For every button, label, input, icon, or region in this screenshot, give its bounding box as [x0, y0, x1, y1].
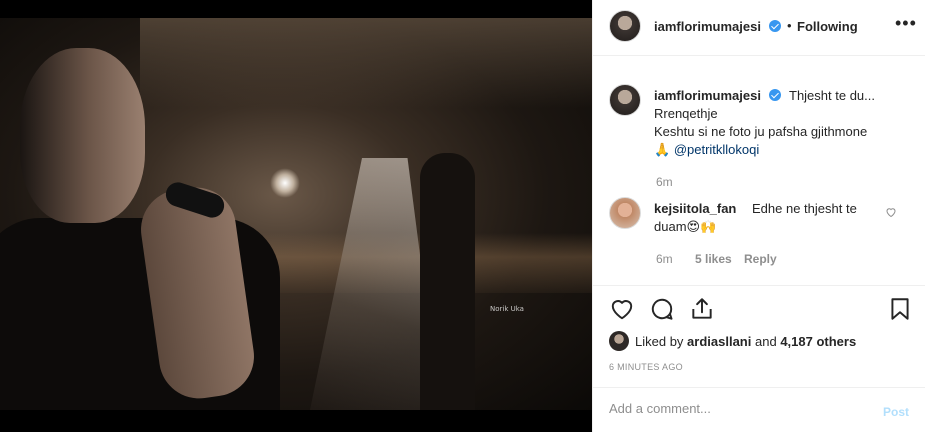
more-options-icon[interactable]: •••: [895, 13, 917, 34]
action-bar: [593, 285, 925, 333]
post-photo[interactable]: Norik Uka: [0, 0, 592, 432]
post-comment-button[interactable]: Post: [883, 405, 909, 419]
photo-watermark: Norik Uka: [490, 305, 524, 313]
caption-first-line: Thjesht te du...: [789, 88, 875, 103]
post-side-panel: iamflorimumajesi • Following ••• iamflor…: [592, 0, 925, 432]
commenter-username[interactable]: kejsiitola_fan: [654, 201, 736, 216]
liked-by-text: Liked by ardiasllani and 4,187 others: [635, 334, 856, 349]
comment-like-icon[interactable]: [885, 206, 897, 221]
share-icon[interactable]: [689, 296, 715, 322]
caption-avatar[interactable]: [609, 84, 641, 116]
caption-line: 🙏 @petritkllokoqi: [654, 142, 759, 158]
mention-link[interactable]: @petritkllokoqi: [674, 142, 759, 157]
save-bookmark-icon[interactable]: [887, 296, 913, 322]
reply-button[interactable]: Reply: [744, 252, 777, 266]
caption-line: Keshtu si ne foto ju pafsha gjithmone: [654, 124, 868, 139]
comment-timestamp[interactable]: 6m: [656, 252, 673, 266]
caption-line: Rrenqethje: [654, 106, 718, 121]
liker-username[interactable]: ardiasllani: [687, 334, 751, 349]
author-avatar[interactable]: [609, 10, 641, 42]
following-button[interactable]: Following: [797, 19, 858, 34]
liked-by-and: and: [754, 334, 777, 349]
liked-by-prefix: Liked by: [635, 334, 684, 349]
like-heart-icon[interactable]: [609, 296, 635, 322]
likes-count-link[interactable]: 4,187 others: [780, 334, 856, 349]
post-timestamp[interactable]: 6 MINUTES AGO: [609, 362, 683, 372]
commenter-avatar[interactable]: [609, 197, 641, 229]
liker-avatar[interactable]: [609, 331, 629, 351]
verified-badge-icon: [769, 20, 781, 32]
caption-username[interactable]: iamflorimumajesi: [654, 88, 761, 103]
pray-emoji: 🙏: [654, 142, 671, 157]
add-comment-bar: Post: [593, 387, 925, 432]
post-header: iamflorimumajesi • Following •••: [593, 0, 925, 56]
comment-bubble-icon[interactable]: [649, 296, 675, 322]
post-image: [0, 18, 592, 410]
comment-likes[interactable]: 5 likes: [695, 252, 732, 266]
comment-text-continued: duam😍🙌: [654, 219, 717, 234]
comment-text: Edhe ne thjesht te: [752, 201, 857, 216]
caption-timestamp[interactable]: 6m: [656, 175, 673, 189]
separator-dot: •: [787, 18, 792, 33]
verified-badge-icon: [769, 89, 781, 101]
author-username[interactable]: iamflorimumajesi: [654, 19, 761, 34]
comment-input[interactable]: [609, 401, 859, 416]
